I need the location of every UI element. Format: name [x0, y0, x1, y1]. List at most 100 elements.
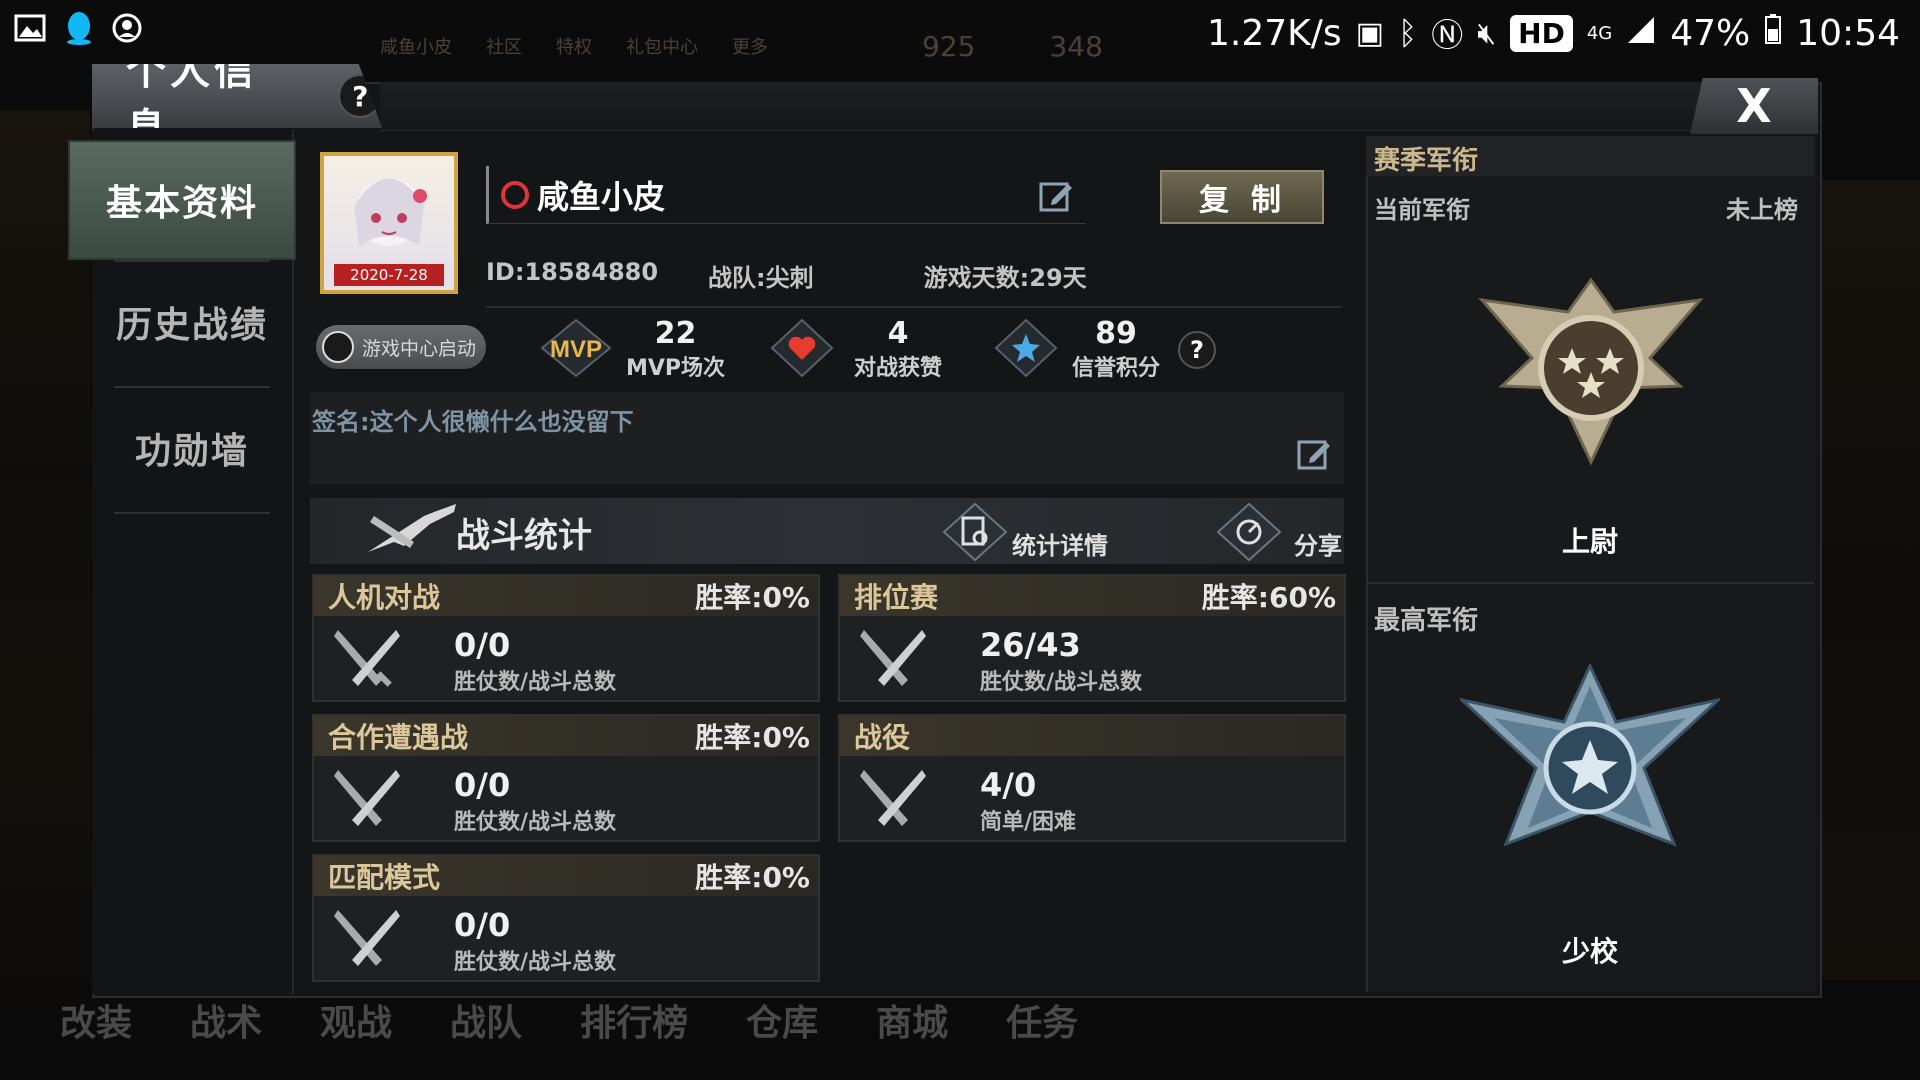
card-header: 合作遭遇战 胜率:0% [314, 716, 818, 756]
reputation-help-button[interactable]: ? [1178, 331, 1217, 369]
sidebar-nav: 基本资料 历史战绩 功勋墙 [68, 130, 296, 994]
card-mode-name: 匹配模式 [328, 861, 441, 894]
tab-honor-wall[interactable]: 功勋墙 [92, 388, 292, 508]
nav-divider [114, 512, 270, 514]
female-gender-icon [501, 180, 529, 209]
clock: 10:54 [1796, 12, 1900, 54]
copy-button[interactable]: 复制 [1160, 170, 1324, 224]
highest-rank-label: 最高军衔 [1374, 606, 1479, 636]
card-sublabel: 简单/困难 [980, 810, 1077, 835]
edit-name-icon[interactable] [1038, 178, 1074, 214]
stats-detail-icon[interactable] [942, 502, 1008, 566]
bg-spectate: 观战 [320, 1003, 393, 1044]
bg-more: 更多 [732, 37, 768, 58]
season-rank-title: 赛季军衔 [1374, 146, 1479, 176]
card-sublabel: 胜仗数/战斗总数 [980, 670, 1143, 695]
network-type: 4G [1586, 22, 1613, 44]
bg-diamond: 348 [1049, 29, 1103, 63]
card-header: 排位赛 胜率:60% [840, 576, 1344, 616]
player-name: 咸鱼小皮 [537, 177, 666, 216]
bg-shop: 商城 [876, 1003, 949, 1044]
card-win-rate: 胜率:60% [1201, 581, 1336, 614]
tab-match-history[interactable]: 历史战绩 [92, 262, 292, 382]
card-mode-name: 战役 [854, 721, 911, 754]
mvp-count: 22 [654, 316, 697, 351]
likes-count: 4 [887, 316, 909, 351]
signal-icon [1626, 13, 1656, 54]
stat-card-campaign[interactable]: 战役 4/0 简单/困难 [838, 714, 1346, 842]
status-bar-left [14, 10, 142, 50]
card-win-rate: 胜率:0% [695, 721, 810, 754]
leaderboard-status: 未上榜 [1726, 196, 1798, 224]
panel-top-strip [380, 82, 1818, 131]
crossed-swords-icon [858, 624, 928, 694]
window-title-tab: 个人信息 ? [92, 64, 382, 128]
player-info-line: ID:18584880 战队:尖刺 游戏天数:29天 [486, 258, 1087, 293]
stat-card-coop[interactable]: 合作遭遇战 胜率:0% 0/0 胜仗数/战斗总数 [312, 714, 820, 842]
edit-signature-icon[interactable] [1296, 436, 1332, 472]
play-days: 游戏天数:29天 [923, 264, 1087, 292]
stat-card-matchmaking[interactable]: 匹配模式 胜率:0% 0/0 胜仗数/战斗总数 [312, 854, 820, 982]
game-center-label: 游戏中心启动 [362, 337, 477, 360]
share-icon[interactable] [1216, 502, 1282, 566]
reputation-score: 89 [1095, 316, 1137, 351]
current-rank-name: 上尉 [1561, 525, 1618, 558]
bg-tasks: 任务 [1006, 1003, 1079, 1044]
mvp-icon: MVP [540, 318, 612, 382]
bg-tactics: 战术 [190, 1003, 263, 1044]
crossed-swords-icon [332, 904, 402, 974]
card-mode-name: 人机对战 [328, 581, 441, 614]
sim-icon: ▣ [1355, 15, 1385, 51]
qq-icon [64, 10, 94, 50]
card-value: 0/0 [454, 626, 511, 664]
penguin-icon [322, 331, 354, 363]
highest-rank-name: 少校 [1561, 935, 1618, 968]
card-value: 26/43 [980, 626, 1081, 664]
card-sublabel: 胜仗数/战斗总数 [454, 810, 617, 835]
avatar-date-badge: 2020-7-28 [334, 264, 444, 286]
card-mode-name: 排位赛 [854, 581, 939, 614]
card-sublabel: 胜仗数/战斗总数 [454, 670, 617, 695]
heart-icon [770, 318, 834, 382]
gallery-icon [14, 14, 46, 46]
stat-card-ranked[interactable]: 排位赛 胜率:60% 26/43 胜仗数/战斗总数 [838, 574, 1346, 702]
player-team: 战队:尖刺 [708, 264, 814, 292]
major-rank-badge-icon[interactable] [1456, 662, 1724, 888]
card-value: 0/0 [454, 906, 511, 944]
nfc-icon: Ⓝ [1431, 16, 1464, 54]
crossed-swords-icon [858, 764, 928, 834]
likes-label: 对战获赞 [854, 356, 943, 381]
svg-text:MVP: MVP [550, 336, 602, 363]
mvp-stat: MVP 22 MVP场次 [540, 318, 725, 382]
mute-icon: 🔇︎ [1477, 15, 1497, 51]
battle-stats-title: 战斗统计 [456, 516, 592, 556]
player-name-row: 咸鱼小皮 [486, 166, 1086, 224]
rifle-icon [364, 502, 460, 566]
stat-card-pve[interactable]: 人机对战 胜率:0% 0/0 胜仗数/战斗总数 [312, 574, 820, 702]
player-id: ID:18584880 [486, 258, 659, 286]
mvp-label: MVP场次 [626, 356, 726, 381]
bg-gold: 925 [922, 29, 976, 63]
tab-basic-info[interactable]: 基本资料 [68, 140, 296, 260]
header-divider [486, 306, 1342, 308]
rank-divider [1366, 582, 1814, 584]
likes-stat: 4 对战获赞 [770, 318, 942, 382]
card-mode-name: 合作遭遇战 [328, 721, 469, 754]
current-rank-label: 当前军衔 [1374, 196, 1470, 224]
crossed-swords-icon [332, 764, 402, 834]
card-value: 0/0 [454, 766, 511, 804]
captain-rank-badge-icon[interactable] [1476, 276, 1706, 470]
battery-icon [1764, 13, 1782, 54]
bg-community: 社区 [486, 37, 522, 58]
bg-leaderboard: 排行榜 [580, 1003, 689, 1044]
hd-badge: HD [1510, 14, 1573, 52]
stats-detail-label[interactable]: 统计详情 [1012, 526, 1108, 561]
reputation-label: 信誉积分 [1072, 356, 1161, 381]
background-top-menu: 咸鱼小皮 社区 特权 礼包中心 更多 925 348 [380, 12, 1300, 80]
bg-gift-center: 礼包中心 [626, 37, 698, 58]
bg-privilege: 特权 [556, 37, 592, 58]
network-speed: 1.27K/s [1207, 12, 1342, 54]
close-button[interactable]: X [1690, 78, 1818, 134]
game-center-launch-button[interactable]: 游戏中心启动 [316, 325, 486, 369]
share-label[interactable]: 分享 [1294, 526, 1342, 561]
